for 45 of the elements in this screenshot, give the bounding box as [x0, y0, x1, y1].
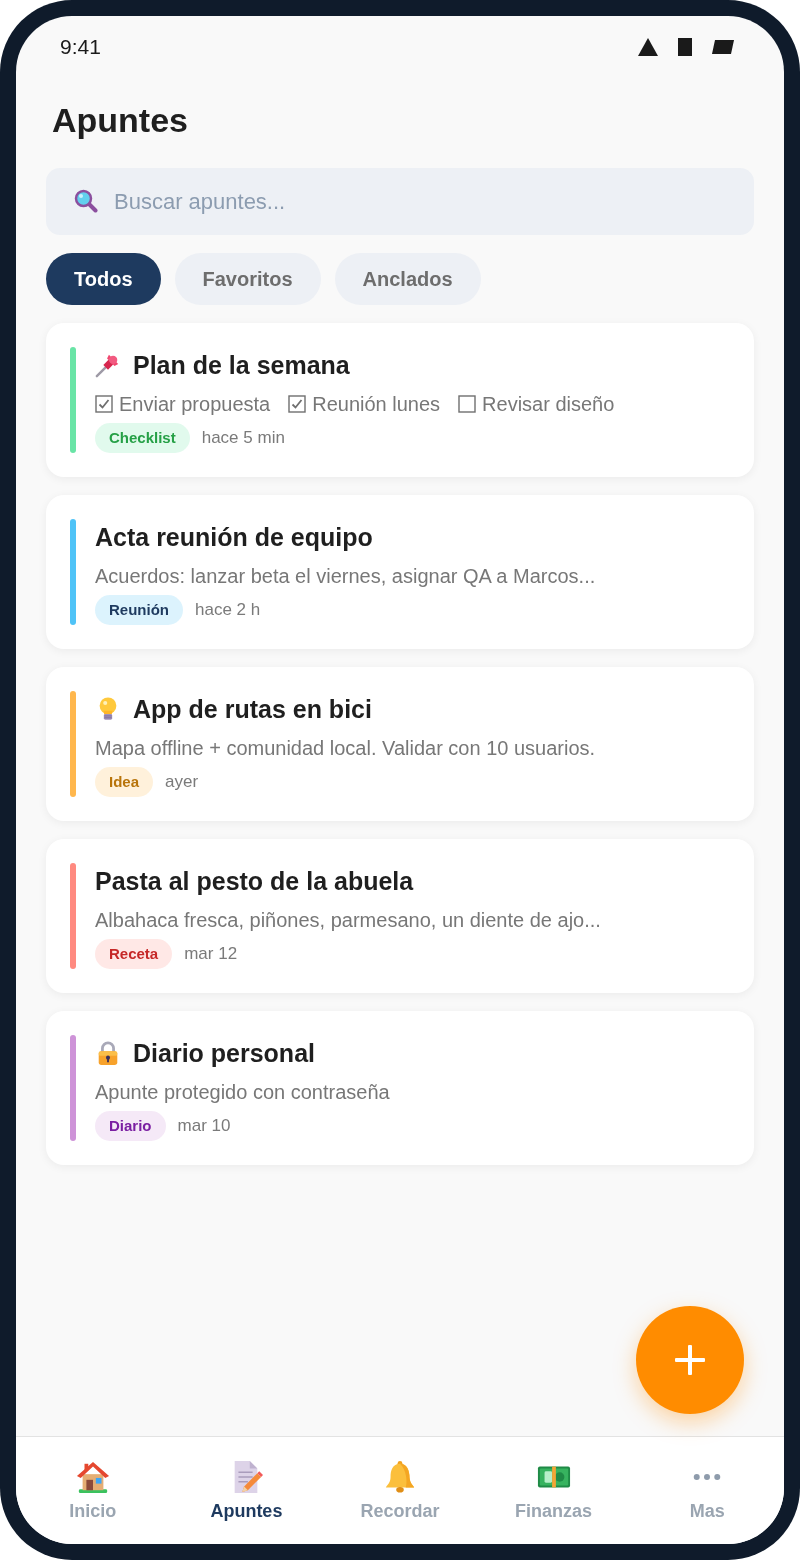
filter-chip[interactable]: Anclados [334, 253, 481, 305]
checked-box-icon[interactable] [95, 395, 113, 413]
category-tag: Receta [95, 939, 173, 969]
filter-chip[interactable]: Favoritos [174, 253, 321, 305]
clock-time: 9:41 [60, 35, 101, 59]
triangle-icon [638, 38, 658, 56]
note-title: Diario personal [133, 1038, 315, 1069]
note-title: Acta reunión de equipo [95, 522, 373, 553]
category-tag: Idea [95, 767, 153, 797]
note-preview: Acuerdos: lanzar beta el viernes, asignar QA a Marcos... [95, 564, 596, 589]
checked-box-icon[interactable] [288, 395, 307, 413]
note-card[interactable]: Diario personal Apunte protegido con contraseña Diario mar 10 [46, 1011, 754, 1165]
category-tag: Checklist [95, 423, 190, 453]
note-time: ayer [165, 772, 199, 792]
category-tag: Diario [95, 1111, 166, 1141]
filter-chip[interactable]: Todos [46, 253, 161, 305]
note-card[interactable]: Acta reunión de equipo Acuerdos: lanzar beta el viernes, asignar QA a Marcos... Reunión hace 2 h [46, 495, 754, 649]
search-field[interactable]: Buscar apuntes... [46, 168, 754, 235]
note-preview: Apunte protegido con contraseña [95, 1080, 390, 1105]
search-icon [74, 189, 98, 213]
note-preview: Mapa offline + comunidad local. Validar con 10 usuarios. [95, 736, 596, 761]
category-tag: Reunión [95, 595, 183, 625]
checklist-item-label: Revisar diseño [482, 392, 615, 417]
note-title: App de rutas en bici [133, 694, 372, 725]
bell-icon [383, 1460, 417, 1494]
plus-icon [675, 1345, 705, 1375]
note-time: mar 10 [177, 1116, 231, 1136]
empty-box-icon[interactable] [458, 395, 477, 413]
house-icon [75, 1460, 110, 1494]
note-preview: Albahaca fresca, piñones, parmesano, un diente de ajo... [95, 908, 601, 933]
note-time: hace 2 h [195, 600, 261, 620]
parallelogram-icon [712, 40, 734, 54]
note-title: Pasta al pesto de la abuela [95, 866, 414, 897]
note-card[interactable]: App de rutas en bici Mapa offline + comunidad local. Validar con 10 usuarios. Idea ayer [46, 667, 754, 821]
checklist-item-label: Enviar propuesta [119, 392, 271, 417]
note-time: hace 5 min [201, 428, 285, 448]
note-time: mar 12 [184, 944, 238, 964]
more-icon [693, 1473, 722, 1481]
note-card[interactable]: Plan de la semana Enviar propuesta Reunión lunes Revisar diseño Checklist hace 5 min [46, 323, 754, 477]
checklist-item-label: Reunión lunes [312, 392, 441, 417]
page-title: Apuntes [52, 100, 188, 140]
note-title: Plan de la semana [133, 350, 350, 381]
note-card[interactable]: Pasta al pesto de la abuela Albahaca fresca, piñones, parmesano, un diente de ajo... Receta mar 12 [46, 839, 754, 993]
nav-tab[interactable]: Apuntes [169, 1437, 324, 1544]
rectangle-icon [678, 38, 692, 56]
